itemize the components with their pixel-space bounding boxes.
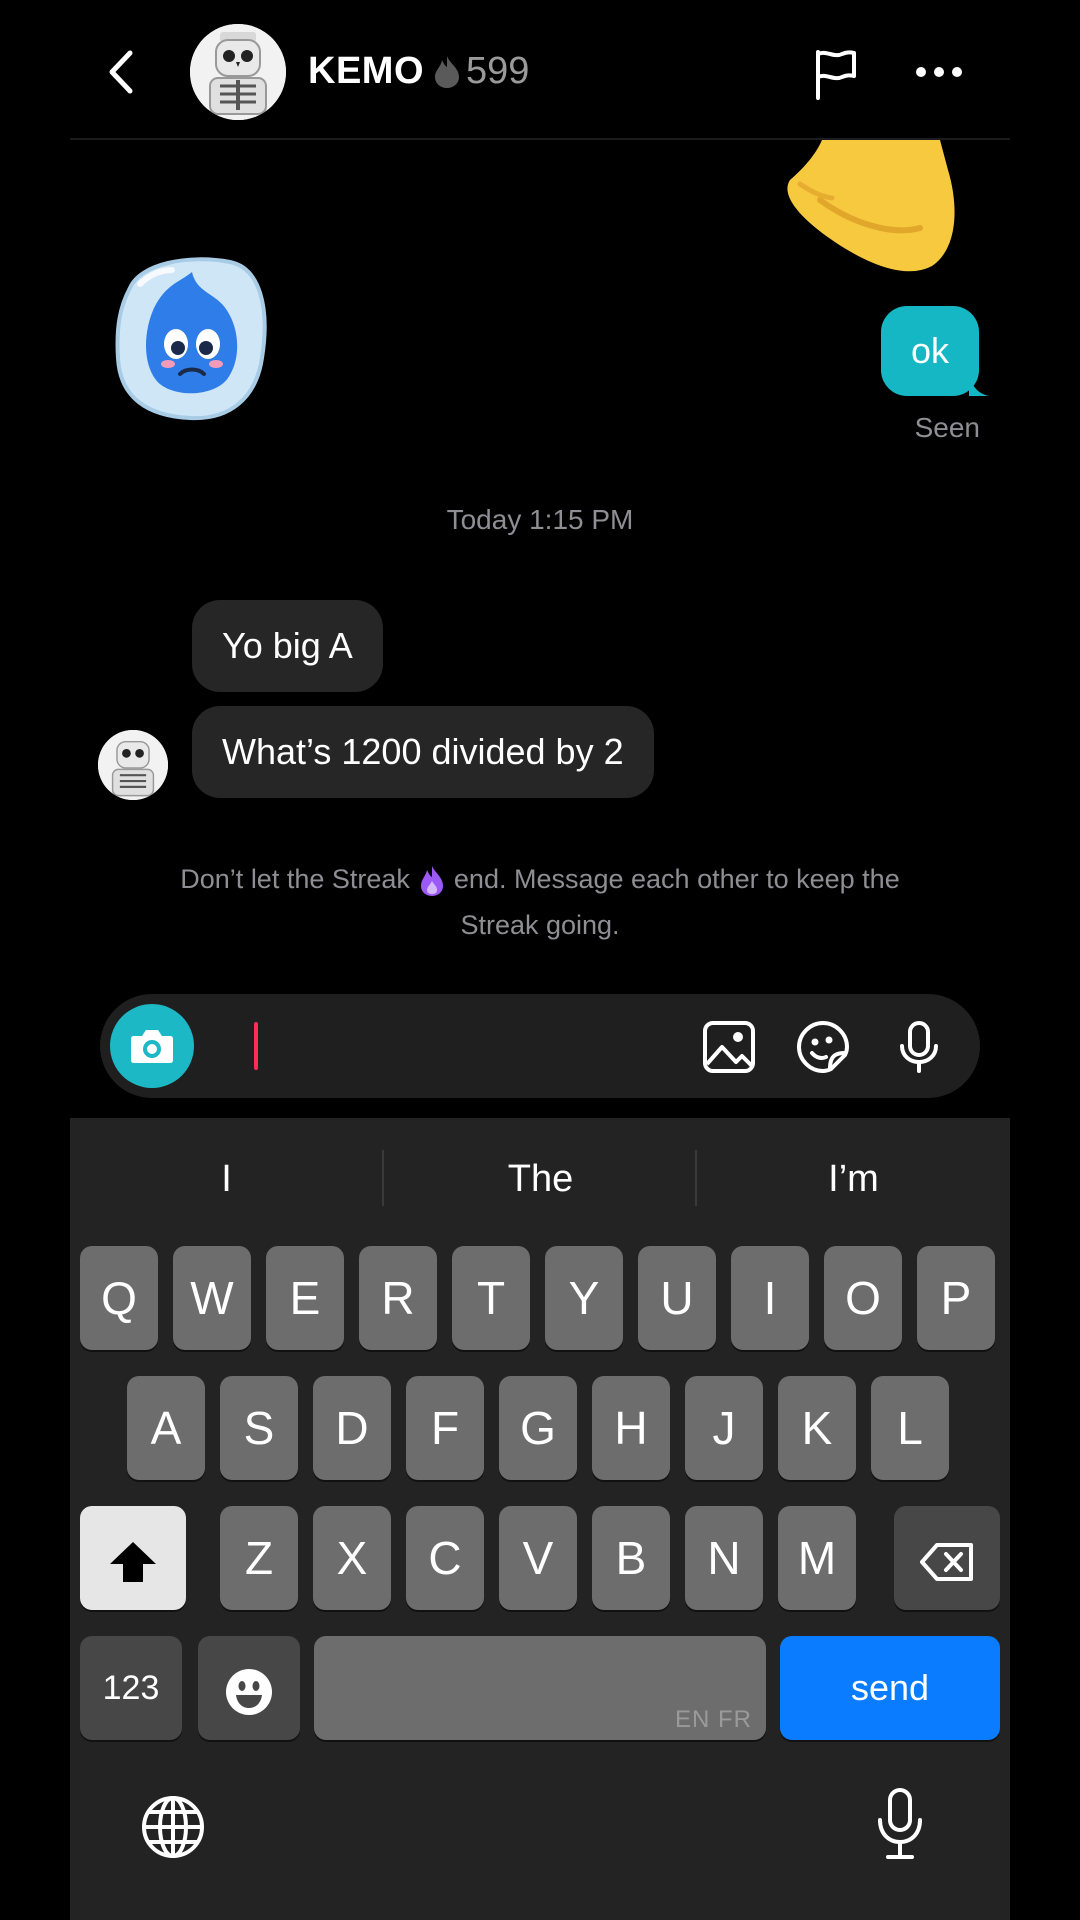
- chat-header: KEMO 599: [70, 0, 1010, 140]
- waving-hand-sticker: [760, 140, 960, 290]
- key-o[interactable]: O: [824, 1246, 902, 1350]
- backspace-key[interactable]: [894, 1506, 1000, 1610]
- key-c[interactable]: C: [406, 1506, 484, 1610]
- send-button[interactable]: send: [780, 1636, 1000, 1740]
- report-button[interactable]: [810, 48, 860, 100]
- key-f[interactable]: F: [406, 1376, 484, 1480]
- key-z[interactable]: Z: [220, 1506, 298, 1610]
- globe-icon: [142, 1796, 204, 1858]
- suggestion-item[interactable]: I’m: [697, 1148, 1010, 1210]
- camera-icon: [131, 1030, 173, 1063]
- chat-screen: KEMO 599 ok Seen Today 1:15 PM Yo big A …: [70, 0, 1010, 1920]
- flag-icon: [816, 50, 856, 100]
- key-h[interactable]: H: [592, 1376, 670, 1480]
- voice-message-button[interactable]: [892, 1020, 946, 1074]
- message-composer: [100, 994, 980, 1098]
- contact-name[interactable]: KEMO: [308, 50, 424, 93]
- emoji-key[interactable]: [198, 1636, 300, 1740]
- switch-keyboard-button[interactable]: [140, 1794, 206, 1860]
- microphone-icon: [878, 1788, 922, 1859]
- seen-label: Seen: [914, 412, 980, 443]
- key-w[interactable]: W: [173, 1246, 251, 1350]
- key-u[interactable]: U: [638, 1246, 716, 1350]
- key-y[interactable]: Y: [545, 1246, 623, 1350]
- back-button[interactable]: [100, 45, 144, 99]
- streak-reminder-text-end: end. Message each other to keep the Stre…: [453, 864, 900, 940]
- suggestion-item[interactable]: The: [384, 1148, 697, 1210]
- more-options-button[interactable]: [914, 62, 964, 82]
- space-bar[interactable]: EN FR: [314, 1636, 766, 1740]
- message-timestamp: Today 1:15 PM: [446, 504, 634, 535]
- streak-reminder-text-start: Don’t let the Streak: [180, 864, 410, 894]
- suggestion-item[interactable]: I: [70, 1148, 383, 1210]
- chevron-left-icon: [109, 50, 133, 94]
- suggestion-bar: I The I’m: [70, 1118, 1010, 1238]
- key-v[interactable]: V: [499, 1506, 577, 1610]
- key-d[interactable]: D: [313, 1376, 391, 1480]
- purple-flame-icon: [420, 865, 443, 896]
- sticker-button[interactable]: [796, 1020, 850, 1074]
- key-t[interactable]: T: [452, 1246, 530, 1350]
- on-screen-keyboard: I The I’m Q W E R T Y U I O P A S D F G …: [70, 1118, 1010, 1920]
- contact-avatar[interactable]: [190, 24, 286, 120]
- backspace-icon: [920, 1542, 973, 1581]
- key-s[interactable]: S: [220, 1376, 298, 1480]
- message-input[interactable]: [268, 1014, 568, 1078]
- shift-key[interactable]: [80, 1506, 186, 1610]
- dictation-button[interactable]: [876, 1788, 924, 1860]
- streak-indicator: 599: [432, 50, 529, 93]
- keyboard-language-tag: EN FR: [675, 1706, 752, 1733]
- outgoing-message-text: ok: [911, 330, 950, 371]
- key-x[interactable]: X: [313, 1506, 391, 1610]
- gallery-button[interactable]: [702, 1020, 756, 1074]
- key-m[interactable]: M: [778, 1506, 856, 1610]
- key-e[interactable]: E: [266, 1246, 344, 1350]
- key-b[interactable]: B: [592, 1506, 670, 1610]
- incoming-message-bubble[interactable]: Yo big A: [192, 600, 383, 692]
- text-caret: [254, 1022, 258, 1070]
- outgoing-message-bubble[interactable]: ok: [881, 306, 990, 396]
- key-l[interactable]: L: [871, 1376, 949, 1480]
- image-icon: [703, 1021, 755, 1073]
- sender-avatar[interactable]: [98, 730, 168, 800]
- more-icon: [916, 67, 962, 77]
- key-a[interactable]: A: [127, 1376, 205, 1480]
- camera-button[interactable]: [110, 1004, 194, 1088]
- shift-icon: [110, 1541, 156, 1582]
- sticker-icon: [796, 1020, 850, 1074]
- key-k[interactable]: K: [778, 1376, 856, 1480]
- key-g[interactable]: G: [499, 1376, 577, 1480]
- flame-icon: [435, 55, 459, 88]
- key-j[interactable]: J: [685, 1376, 763, 1480]
- key-n[interactable]: N: [685, 1506, 763, 1610]
- microphone-icon: [900, 1021, 938, 1073]
- numbers-key[interactable]: 123: [80, 1636, 182, 1740]
- streak-count: 599: [466, 50, 530, 92]
- key-i[interactable]: I: [731, 1246, 809, 1350]
- key-p[interactable]: P: [917, 1246, 995, 1350]
- key-r[interactable]: R: [359, 1246, 437, 1350]
- incoming-message-text: Yo big A: [222, 625, 353, 666]
- emoji-icon: [226, 1668, 272, 1715]
- frozen-flame-sticker: [110, 248, 274, 424]
- key-q[interactable]: Q: [80, 1246, 158, 1350]
- streak-reminder: Don’t let the Streak end. Message each ot…: [150, 856, 930, 948]
- incoming-message-bubble[interactable]: What’s 1200 divided by 2: [192, 706, 654, 798]
- incoming-message-text: What’s 1200 divided by 2: [222, 731, 624, 772]
